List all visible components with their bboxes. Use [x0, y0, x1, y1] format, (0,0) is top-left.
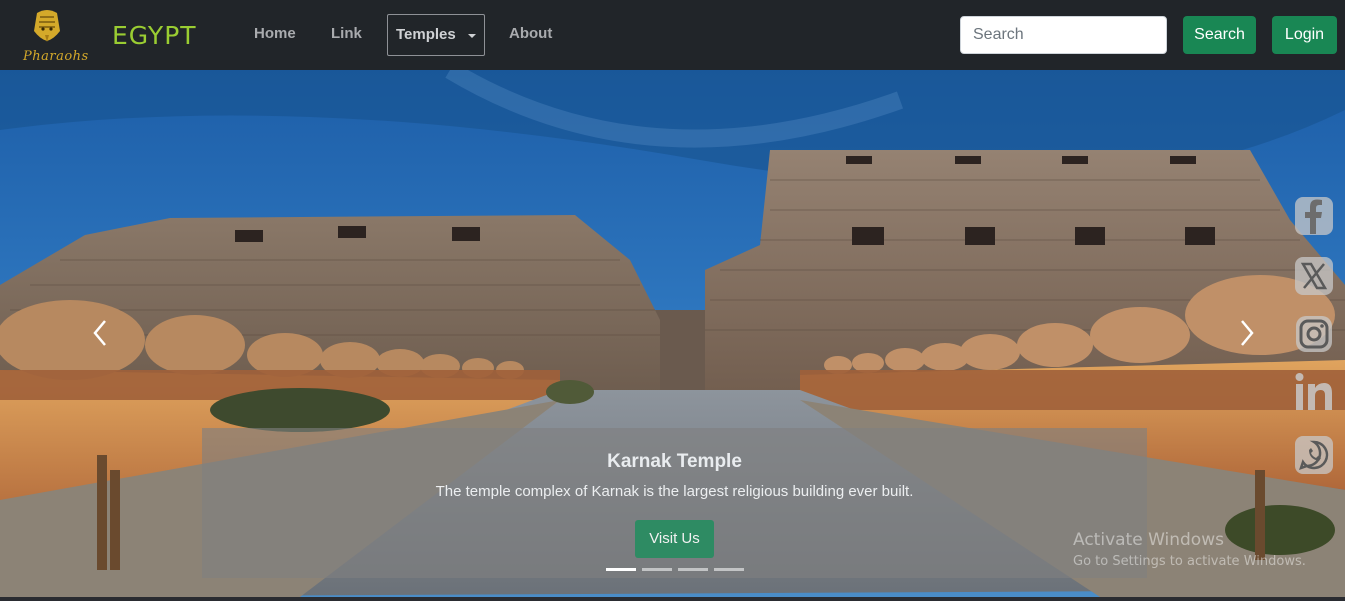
- nav-link[interactable]: Link: [331, 24, 362, 44]
- nav-temples-label: Temples: [396, 26, 456, 43]
- linkedin-icon[interactable]: [1294, 372, 1334, 412]
- carousel-prev-button[interactable]: [90, 318, 110, 348]
- brand-title[interactable]: EGYPT: [112, 21, 197, 51]
- instagram-icon[interactable]: [1294, 314, 1334, 354]
- caret-down-icon: [468, 34, 476, 38]
- logo-text: Pharaohs: [23, 49, 89, 64]
- whatsapp-icon[interactable]: [1294, 435, 1334, 475]
- bottom-strip: [0, 597, 1345, 601]
- carousel-indicator-2[interactable]: [642, 568, 672, 571]
- navbar: Pharaohs EGYPT Home Link Temples About S…: [0, 0, 1345, 70]
- search-input[interactable]: [960, 16, 1167, 54]
- pharaoh-logo[interactable]: Pharaohs: [10, 9, 88, 64]
- carousel-caption: Karnak Temple The temple complex of Karn…: [202, 428, 1147, 578]
- windows-watermark-subtitle: Go to Settings to activate Windows.: [1073, 554, 1306, 569]
- carousel-indicator-4[interactable]: [714, 568, 744, 571]
- login-button[interactable]: Login: [1272, 16, 1337, 54]
- carousel-indicator-3[interactable]: [678, 568, 708, 571]
- windows-watermark-title: Activate Windows: [1073, 530, 1224, 550]
- carousel-next-button[interactable]: [1237, 318, 1257, 348]
- slide-title: Karnak Temple: [607, 451, 742, 472]
- x-twitter-icon[interactable]: [1294, 256, 1334, 296]
- facebook-icon[interactable]: [1294, 196, 1334, 236]
- chevron-right-icon: [1241, 320, 1254, 346]
- chevron-left-icon: [93, 320, 106, 346]
- slide-description: The temple complex of Karnak is the larg…: [435, 483, 914, 500]
- nav-home[interactable]: Home: [254, 24, 296, 44]
- hero-carousel: Karnak Temple The temple complex of Karn…: [0, 70, 1345, 597]
- visit-us-button[interactable]: Visit Us: [635, 520, 714, 558]
- nav-about[interactable]: About: [509, 24, 552, 44]
- search-button[interactable]: Search: [1183, 16, 1256, 54]
- carousel-indicator-1[interactable]: [606, 568, 636, 571]
- nav-temples-dropdown[interactable]: Temples: [387, 14, 485, 56]
